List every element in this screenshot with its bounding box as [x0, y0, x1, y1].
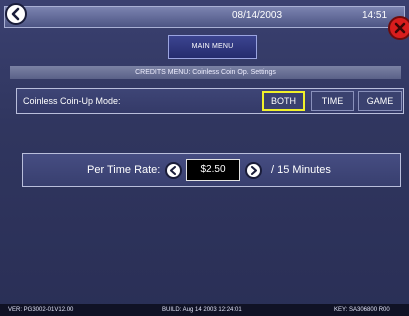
- version-text: VER: PG3002-01V12.00: [8, 307, 74, 313]
- status-footer: VER: PG3002-01V12.00 BUILD: Aug 14 2003 …: [0, 304, 409, 316]
- build-text: BUILD: Aug 14 2003 12:24:01: [162, 307, 242, 313]
- coin-up-mode-label: Coinless Coin-Up Mode:: [23, 96, 121, 106]
- time-rate-unit: / 15 Minutes: [271, 164, 331, 176]
- screen: 08/14/2003 14:51 MAIN MENU CREDITS MENU:…: [0, 0, 409, 316]
- back-arrow-icon: [11, 7, 20, 21]
- increase-rate-button[interactable]: [245, 162, 262, 179]
- breadcrumb: CREDITS MENU: Coinless Coin Op. Settings: [10, 66, 401, 79]
- time-rate-value[interactable]: $2.50: [186, 159, 240, 181]
- time-rate-label: Per Time Rate:: [87, 164, 161, 176]
- key-text: KEY: SA306800 R00: [334, 307, 390, 313]
- close-button[interactable]: [388, 16, 409, 40]
- left-arrow-icon: [170, 166, 176, 175]
- main-menu-button[interactable]: MAIN MENU: [168, 35, 257, 59]
- top-bar: [4, 6, 405, 28]
- decrease-rate-button[interactable]: [165, 162, 182, 179]
- time-rate-panel: Per Time Rate: $2.50 / 15 Minutes: [22, 153, 401, 187]
- date-display: 08/14/2003: [232, 10, 283, 21]
- right-arrow-icon: [251, 166, 257, 175]
- mode-option-game[interactable]: GAME: [358, 91, 402, 111]
- close-icon: [394, 22, 406, 34]
- time-display: 14:51: [362, 10, 388, 21]
- coin-up-mode-panel: Coinless Coin-Up Mode: BOTH TIME GAME: [16, 88, 404, 114]
- mode-option-both[interactable]: BOTH: [262, 91, 305, 111]
- back-button[interactable]: [5, 3, 27, 25]
- mode-option-time[interactable]: TIME: [311, 91, 354, 111]
